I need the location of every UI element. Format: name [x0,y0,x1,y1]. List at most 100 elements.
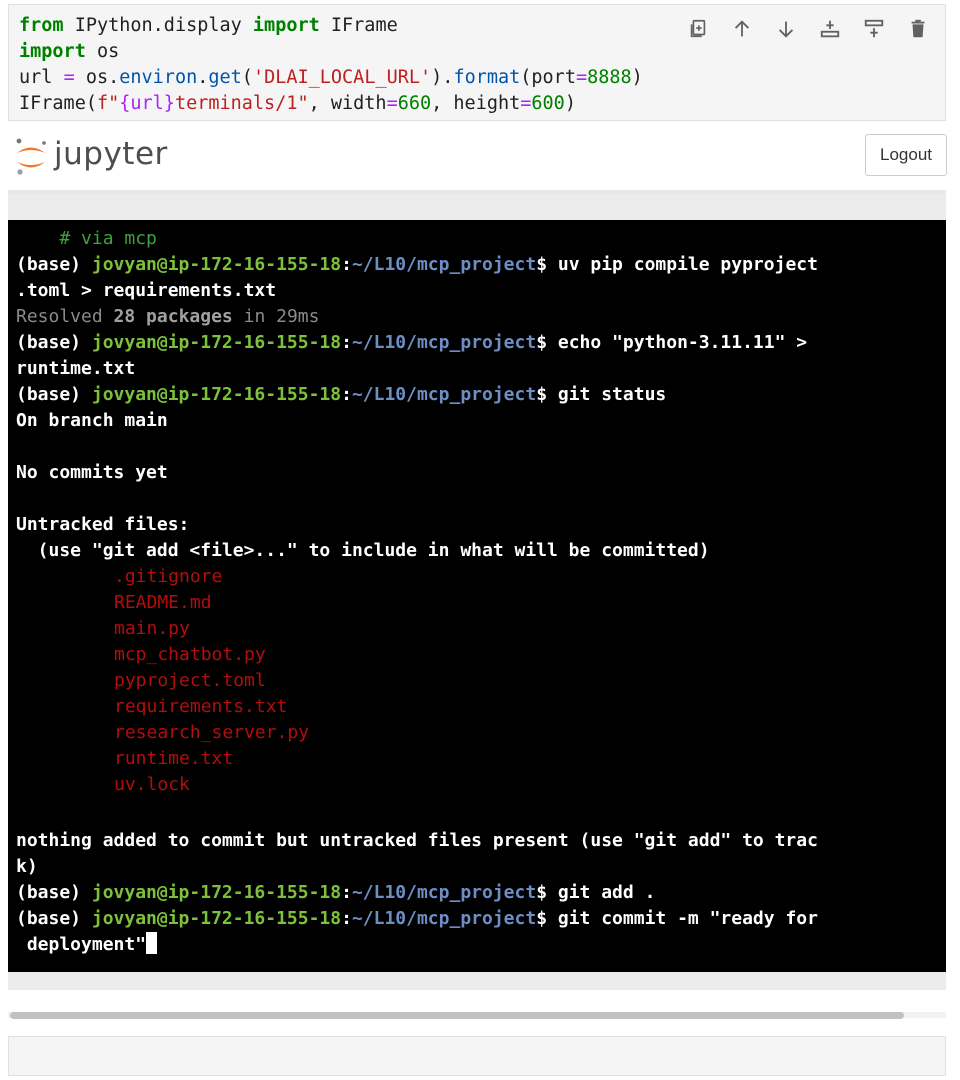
prompt-user-host: jovyan@ip-172-16-155-18 [91,384,342,405]
untracked-file: main.py [114,616,190,642]
output-text: No commits yet [16,462,168,483]
prompt-colon: : [341,882,352,903]
code-line-2: import os [19,39,119,65]
code-text: url [19,67,64,88]
file-name: mcp_chatbot.py [114,644,266,665]
prompt-colon: : [341,908,352,929]
output-text: On branch main [16,410,168,431]
scrollbar-thumb[interactable] [10,1012,904,1019]
terminal-line: nothing added to commit but untracked fi… [16,828,818,854]
terminal-prompt-line: (base) jovyan@ip-172-16-155-18:~/L10/mcp… [16,906,818,932]
terminal-screen[interactable]: # via mcp (base) jovyan@ip-172-16-155-18… [8,220,946,972]
file-name: research_server.py [114,722,310,743]
code-line-3: url = os.environ.get('DLAI_LOCAL_URL').f… [19,65,643,91]
command-text: uv pip compile pyproject [547,254,818,275]
code-text: , height [431,93,521,114]
prompt-user-host: jovyan@ip-172-16-155-18 [91,882,342,903]
prompt-user-host: jovyan@ip-172-16-155-18 [91,254,342,275]
duplicate-icon[interactable] [681,15,715,43]
code-text: os. [74,67,120,88]
output-text: Untracked files: [16,514,190,535]
code-text: , width [308,93,387,114]
command-text: runtime.txt [16,358,136,379]
jupyter-logo-icon [16,138,46,175]
command-text: deployment" [16,934,147,955]
output-text: Resolved [16,306,114,327]
delete-icon[interactable] [901,15,935,43]
operator: = [575,67,588,88]
prompt-env: (base) [16,882,92,903]
output-text: k) [16,856,38,877]
command-text: .toml > requirements.txt [16,280,277,301]
jupyter-header: jupyter Logout [8,122,947,194]
terminal-line: Resolved 28 packages in 29ms [16,304,319,330]
keyword: import [252,15,320,36]
move-down-icon[interactable] [769,15,803,43]
string-literal: f" [96,93,120,114]
terminal-prompt-line: (base) jovyan@ip-172-16-155-18:~/L10/mcp… [16,382,666,408]
output-text: (use "git add <file>..." to include in w… [16,540,710,561]
prompt-dollar: $ [536,384,548,405]
prompt-dollar: $ [536,908,548,929]
prompt-dollar: $ [536,254,548,275]
prompt-colon: : [341,384,352,405]
insert-above-icon[interactable] [813,15,847,43]
terminal-bottom-padding [8,972,946,990]
terminal-line: No commits yet [16,460,168,486]
untracked-file: mcp_chatbot.py [114,642,266,668]
terminal-line: runtime.txt [16,356,135,382]
horizontal-scrollbar[interactable] [8,1008,946,1022]
untracked-file: requirements.txt [114,694,287,720]
file-name: main.py [114,618,190,639]
code-text: . [197,67,209,88]
file-name: README.md [114,592,212,613]
attribute: get [208,67,242,88]
prompt-path: ~/L10/mcp_project [351,384,537,405]
untracked-file: runtime.txt [114,746,233,772]
terminal-iframe[interactable]: jupyter Logout # via mcp (base) jovyan@i… [8,122,947,990]
terminal-line: On branch main [16,408,168,434]
output-text: in 29ms [232,306,320,327]
untracked-file: README.md [114,590,212,616]
code-line-1: from IPython.display import IFrame [19,13,398,39]
cell-toolbar [681,15,935,43]
terminal-line: deployment" [16,932,158,958]
operator: = [520,93,532,114]
number-literal: 660 [397,93,432,114]
file-name: requirements.txt [114,696,288,717]
prompt-env: (base) [16,908,92,929]
output-text: nothing added to commit but untracked fi… [16,830,818,851]
code-text: ). [431,67,454,88]
code-text: IFrame [319,15,398,36]
prompt-path: ~/L10/mcp_project [351,908,537,929]
empty-code-cell[interactable] [8,1036,946,1076]
interpolation: {url} [119,93,175,114]
jupyter-logo-text: jupyter [54,136,168,172]
prompt-env: (base) [16,384,92,405]
prompt-path: ~/L10/mcp_project [351,332,537,353]
prompt-dollar: $ [536,882,548,903]
terminal-line: .toml > requirements.txt [16,278,276,304]
logout-button[interactable]: Logout [865,134,947,176]
number-literal: 600 [531,93,565,114]
untracked-file: .gitignore [114,564,222,590]
untracked-file: pyproject.toml [114,668,266,694]
prompt-env: (base) [16,332,92,353]
terminal-line: k) [16,854,38,880]
insert-below-icon[interactable] [857,15,891,43]
command-text: git status [547,384,667,405]
number-literal: 8888 [587,67,632,88]
code-cell[interactable]: from IPython.display import IFrame impor… [8,4,946,121]
prompt-path: ~/L10/mcp_project [351,882,537,903]
code-text: port [531,67,576,88]
terminal-prompt-line: (base) jovyan@ip-172-16-155-18:~/L10/mcp… [16,880,655,906]
operator: = [386,93,398,114]
move-up-icon[interactable] [725,15,759,43]
operator: = [63,67,75,88]
attribute: format [453,67,521,88]
comment-text: # via mcp [16,228,157,249]
terminal-prompt-line: (base) jovyan@ip-172-16-155-18:~/L10/mcp… [16,252,818,278]
prompt-colon: : [341,254,352,275]
file-name: .gitignore [114,566,223,587]
file-name: pyproject.toml [114,670,266,691]
